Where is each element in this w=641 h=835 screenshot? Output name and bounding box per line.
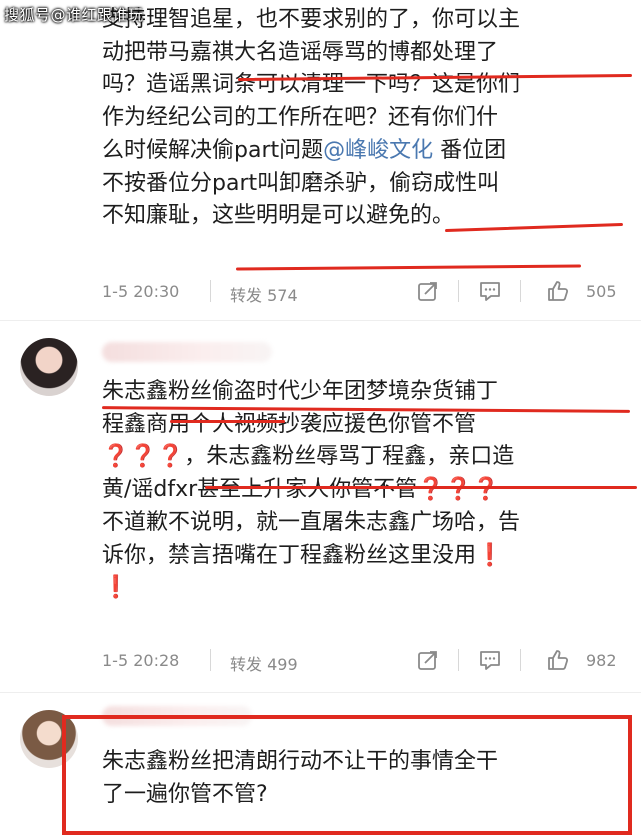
share-icon[interactable] xyxy=(416,648,440,672)
comment-time: 1-5 20:30 xyxy=(102,282,180,301)
comment-line: 诉你，禁言捂嘴在丁程鑫粉丝这里没用❗ xyxy=(102,540,622,573)
comment-line: 朱志鑫粉丝偷盗时代少年团梦境杂货铺丁 xyxy=(102,379,499,404)
watermark: 搜狐号@谁红跟谁玩 xyxy=(4,6,144,24)
divider xyxy=(458,649,459,671)
comment-time: 1-5 20:28 xyxy=(102,651,180,670)
share-icon[interactable] xyxy=(416,279,440,303)
divider xyxy=(458,280,459,302)
comment-line: 么时候解决偷part问题@峰峻文化 番位团 xyxy=(102,135,622,168)
comment-icon[interactable] xyxy=(478,279,502,303)
comment-2: 朱志鑫粉丝偷盗时代少年团梦境杂货铺丁 程鑫商用个人视频抄袭应援色你管不管 ❓❓❓… xyxy=(0,320,641,700)
comment-line: 程鑫商用个人视频抄袭应援色你管不管 xyxy=(102,411,477,437)
comment-icon[interactable] xyxy=(478,648,502,672)
comment-line: 支持理智追星，也不要求别的了，你可以主 xyxy=(102,7,521,32)
comment-meta: 1-5 20:28 转发 499 982 xyxy=(102,647,622,675)
like-count: 505 xyxy=(586,282,617,301)
thumbs-up-icon[interactable] xyxy=(546,648,570,672)
comment-line: ❓❓❓，朱志鑫粉丝辱骂丁程鑫，亲口造 xyxy=(102,441,622,474)
repost-label: 转发 xyxy=(230,286,263,305)
annotation-box xyxy=(62,715,632,835)
question-mark-icon: ❓❓❓ xyxy=(417,477,500,503)
comment-text: 么时候解决偷part问题 xyxy=(102,137,324,163)
exclamation-icon: ❗ xyxy=(476,542,504,568)
repost-label: 转发 xyxy=(230,655,263,674)
repost-button[interactable]: 转发 574 xyxy=(230,282,298,306)
comment-text: ，朱志鑫粉丝辱骂丁程鑫，亲口造 xyxy=(184,444,515,470)
like-count: 982 xyxy=(586,651,617,670)
comment-body: 支持理智追星，也不要求别的了，你可以主 动把带马嘉祺大名造谣辱骂的博都处理了 吗… xyxy=(102,4,622,233)
comment-text: 番位团 xyxy=(433,137,507,163)
comment-line: 不按番位分part叫卸磨杀驴，偷窃成性叫 xyxy=(102,170,500,196)
repost-count: 574 xyxy=(267,286,298,305)
divider xyxy=(210,649,211,671)
comment-line: ❗ xyxy=(102,572,622,605)
comment-line: 动把带马嘉祺大名造谣辱骂的博都处理了 xyxy=(102,39,499,65)
mention-link[interactable]: @峰峻文化 xyxy=(323,138,433,163)
comment-text: 诉你，禁言捂嘴在丁程鑫粉丝这里没用 xyxy=(102,542,477,568)
annotation-underline xyxy=(205,486,637,489)
thumbs-up-icon[interactable] xyxy=(546,279,570,303)
repost-count: 499 xyxy=(267,655,298,674)
comment-line: 作为经纪公司的工作所在吧？还有你们什 xyxy=(102,105,499,131)
username-blurred[interactable] xyxy=(102,342,272,362)
comment-text: 黄/谣dfxr甚至上升家人你管不管 xyxy=(102,477,418,503)
divider xyxy=(520,280,521,302)
comment-meta: 1-5 20:30 转发 574 505 xyxy=(102,278,622,306)
repost-button[interactable]: 转发 499 xyxy=(230,651,298,675)
comment-line: 黄/谣dfxr甚至上升家人你管不管❓❓❓ xyxy=(102,474,622,507)
annotation-underline xyxy=(170,420,285,423)
question-mark-icon: ❓❓❓ xyxy=(102,444,185,470)
comment-line: 不道歉不说明，就一直屠朱志鑫广场哈，告 xyxy=(102,509,521,535)
divider xyxy=(520,649,521,671)
exclamation-icon: ❗ xyxy=(102,575,130,601)
avatar[interactable] xyxy=(20,338,78,396)
annotation-underline xyxy=(235,264,582,271)
comment-1: 支持理智追星，也不要求别的了，你可以主 动把带马嘉祺大名造谣辱骂的博都处理了 吗… xyxy=(0,0,641,320)
divider xyxy=(210,280,211,302)
